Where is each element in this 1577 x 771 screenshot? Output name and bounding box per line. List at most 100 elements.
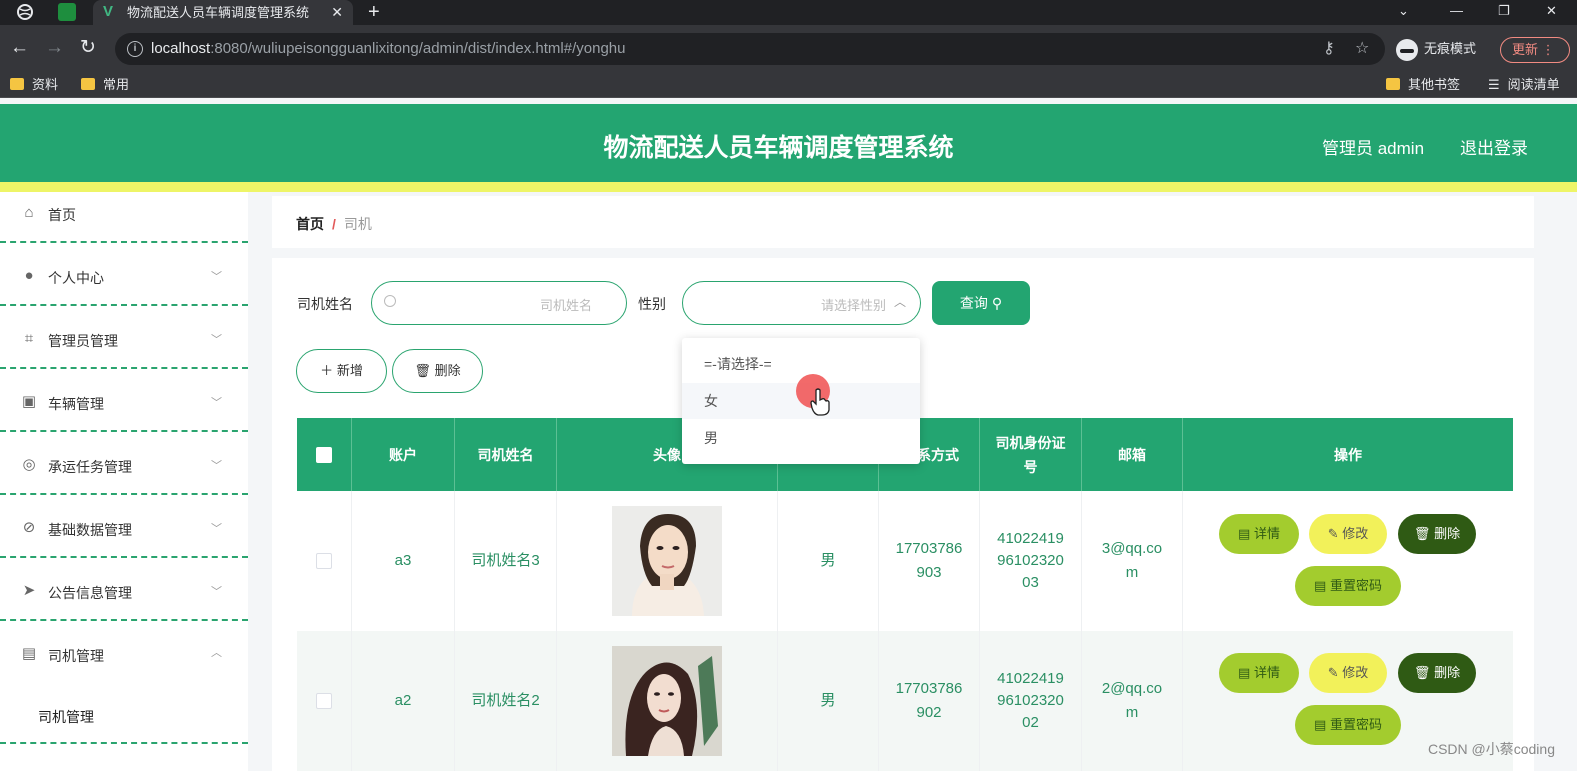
- gender-label: 性别: [638, 296, 666, 312]
- driver-name-label: 司机姓名: [297, 296, 353, 312]
- url-text[interactable]: localhost:8080/wuliupeisongguanlixitong/…: [151, 33, 625, 65]
- chevron-down-icon: ﹀: [211, 523, 222, 535]
- driver-avatar[interactable]: [612, 646, 722, 756]
- reload-icon[interactable]: ↻: [80, 35, 96, 61]
- breadcrumb-panel: 首页 / 司机: [272, 196, 1534, 248]
- driver-avatar[interactable]: [612, 506, 722, 616]
- file-icon: ▤: [1238, 526, 1251, 541]
- user-icon: ●: [24, 267, 34, 284]
- cell-email: 2@qq.co m: [1082, 631, 1183, 771]
- column-header[interactable]: 操作: [1183, 418, 1513, 491]
- new-tab-icon[interactable]: +: [368, 0, 380, 24]
- current-user: 管理员 admin: [1322, 139, 1425, 158]
- close-tab-icon[interactable]: ✕: [331, 0, 343, 25]
- delete-button[interactable]: 🗑 删除: [1398, 653, 1476, 693]
- detail-button[interactable]: ▤ 详情: [1219, 514, 1299, 554]
- select-all-checkbox[interactable]: [316, 446, 332, 463]
- reading-list[interactable]: ☰ 阅读清单: [1488, 76, 1560, 94]
- column-header[interactable]: 司机姓名: [455, 418, 557, 491]
- sidebar-item-home[interactable]: ⌂ 首页: [0, 192, 248, 243]
- column-header[interactable]: 账户: [352, 418, 455, 491]
- bookmark-folder[interactable]: 常用: [81, 76, 129, 94]
- row-select-cell: [297, 631, 352, 771]
- cell-phone: 17703786 902: [879, 631, 980, 771]
- gender-select[interactable]: 请选择性别 ︿: [682, 281, 921, 325]
- gender-option-placeholder[interactable]: =-请选择-=: [682, 346, 920, 382]
- breadcrumb-separator: /: [332, 216, 336, 232]
- cell-id-card: 41022419 96102320 03: [980, 491, 1082, 631]
- gender-option-male[interactable]: 男: [682, 420, 920, 456]
- search-icon: ⚲: [991, 295, 1003, 311]
- tab-title: 物流配送人员车辆调度管理系统: [127, 5, 310, 20]
- reset-password-button[interactable]: ▤ 重置密码: [1295, 566, 1401, 606]
- cell-name: 司机姓名3: [455, 491, 557, 631]
- header-select-all: [297, 418, 352, 491]
- trash-icon: 🗑: [414, 363, 431, 378]
- forward-icon[interactable]: →: [45, 35, 64, 61]
- edit-button[interactable]: ✎ 修改: [1309, 653, 1387, 693]
- breadcrumb-home[interactable]: 首页: [296, 216, 324, 232]
- active-tab[interactable]: V 物流配送人员车辆调度管理系统 ✕: [93, 0, 353, 25]
- other-bookmarks[interactable]: 其他书签: [1386, 76, 1460, 94]
- star-icon[interactable]: ☆: [1355, 38, 1369, 58]
- trash-icon: 🗑: [1413, 526, 1431, 541]
- minimize-icon[interactable]: —: [1450, 0, 1463, 22]
- browser-tab-bar: V 物流配送人员车辆调度管理系统 ✕ + ⌄ — ❐ ✕: [0, 0, 1577, 25]
- query-button[interactable]: 查询 ⚲: [932, 281, 1030, 325]
- cell-avatar: [557, 631, 778, 771]
- sidebar-item-admins[interactable]: ⌗ 管理员管理 ﹀: [0, 306, 248, 369]
- chevron-down-icon[interactable]: ⌄: [1398, 0, 1409, 22]
- edit-button[interactable]: ✎ 修改: [1309, 514, 1387, 554]
- logout-link[interactable]: 退出登录: [1460, 134, 1528, 159]
- cell-gender: 男: [778, 631, 879, 771]
- sidebar-item-vehicles[interactable]: ▣ 车辆管理 ﹀: [0, 369, 248, 432]
- driver-name-search-input[interactable]: 司机姓名: [371, 281, 627, 325]
- sidebar: ⌂ 首页 ● 个人中心 ﹀ ⌗ 管理员管理 ﹀ ▣ 车辆管理 ﹀ ◎ 承运任务管…: [0, 192, 248, 771]
- add-button[interactable]: ＋ 新增: [296, 349, 387, 393]
- row-checkbox[interactable]: [316, 553, 332, 569]
- sidebar-item-tasks[interactable]: ◎ 承运任务管理 ﹀: [0, 432, 248, 495]
- column-header[interactable]: 司机身份证 号: [980, 418, 1082, 491]
- cell-email: 3@qq.co m: [1082, 491, 1183, 631]
- restore-icon[interactable]: ❐: [1498, 0, 1510, 22]
- bookmark-folder[interactable]: 资料: [10, 76, 58, 94]
- sidebar-item-basic-data[interactable]: ⊘ 基础数据管理 ﹀: [0, 495, 248, 558]
- cell-account: a2: [352, 631, 455, 771]
- sidebar-item-notices[interactable]: ➤ 公告信息管理 ﹀: [0, 558, 248, 621]
- incognito-indicator[interactable]: 无痕模式: [1396, 37, 1476, 61]
- sheet-tab-icon[interactable]: [58, 3, 76, 21]
- batch-delete-button[interactable]: 🗑 删除: [392, 349, 483, 393]
- chevron-down-icon: ﹀: [211, 397, 222, 409]
- globe-icon[interactable]: [16, 3, 34, 21]
- reading-list-icon: ☰: [1488, 77, 1500, 92]
- file-icon: ▤: [1314, 717, 1327, 732]
- document-icon: ▤: [21, 645, 37, 662]
- header-accent-strip: [0, 182, 1577, 192]
- sidebar-subitem-drivers[interactable]: 司机管理: [38, 707, 94, 727]
- row-select-cell: [297, 491, 352, 631]
- table-row: a2 司机姓名2 男 17703786 902 41022419 9610232…: [297, 631, 1513, 771]
- url-input[interactable]: i localhost:8080/wuliupeisongguanlixiton…: [115, 33, 1385, 65]
- cell-phone: 17703786 903: [879, 491, 980, 631]
- row-checkbox[interactable]: [316, 693, 332, 709]
- folder-icon: [10, 78, 24, 90]
- update-button[interactable]: 更新 ⋮: [1500, 37, 1570, 63]
- sidebar-item-profile[interactable]: ● 个人中心 ﹀: [0, 243, 248, 306]
- send-icon: ➤: [22, 582, 36, 599]
- home-icon: ⌂: [24, 204, 34, 221]
- delete-button[interactable]: 🗑 删除: [1398, 514, 1476, 554]
- reset-password-button[interactable]: ▤ 重置密码: [1295, 705, 1401, 745]
- back-icon[interactable]: ←: [10, 35, 29, 61]
- window-close-icon[interactable]: ✕: [1546, 0, 1557, 22]
- plus-icon: ＋: [320, 363, 334, 378]
- column-header[interactable]: 邮箱: [1082, 418, 1183, 491]
- file-icon: ▤: [1314, 578, 1327, 593]
- incognito-icon: [1396, 38, 1418, 61]
- crop-icon: ⌗: [24, 330, 34, 347]
- key-icon[interactable]: ⚷: [1323, 38, 1335, 58]
- address-bar: ← → ↻ i localhost:8080/wuliupeisongguanl…: [0, 25, 1577, 73]
- chevron-down-icon: ﹀: [211, 586, 222, 598]
- detail-button[interactable]: ▤ 详情: [1219, 653, 1299, 693]
- info-icon[interactable]: i: [127, 41, 143, 57]
- watermark: CSDN @小蔡coding: [1427, 741, 1555, 757]
